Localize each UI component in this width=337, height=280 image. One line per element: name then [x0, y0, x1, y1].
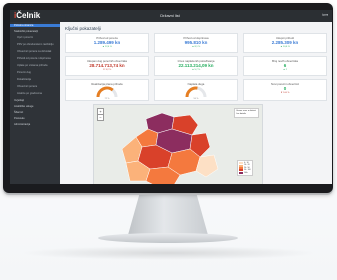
kpi-card[interactable]: Naplata duga 55 % — [154, 79, 238, 101]
gauge-value: 55 % — [193, 97, 199, 100]
sidebar-item[interactable]: Porezni dug — [10, 71, 60, 74]
sidebar-item[interactable]: Postavke — [10, 117, 60, 120]
sidebar-item[interactable]: Analitičke usluge — [10, 105, 60, 108]
sidebar-item[interactable]: Obveznici poreza na dohodak — [10, 50, 60, 53]
sidebar-item[interactable]: Fiskalizacija — [10, 78, 60, 81]
page-title: Ključni pokazatelji — [65, 26, 101, 31]
sidebar-item[interactable]: Izvještaji — [10, 99, 60, 102]
legend-label: 100+ — [244, 171, 249, 174]
user-menu[interactable]: tm▾ — [322, 12, 328, 19]
app-logo[interactable]: iČelnik — [14, 11, 40, 21]
window-title: Državni list — [160, 13, 180, 18]
kpi-card[interactable]: Novi porezni obveznici 0 ▼ 100 % — [243, 79, 327, 101]
monitor-base — [98, 233, 238, 243]
kpi-trend: ▲ 12,4 % — [102, 45, 112, 48]
choropleth-map[interactable]: + − Hover over a district for details 0 … — [93, 104, 263, 184]
sidebar: Početna stranica Statistički pokazatelji O… — [10, 22, 60, 184]
kpi-trend: ▲ 2 — [283, 68, 287, 71]
kpi-card[interactable]: Prihod od doprinosa 995.810 kn ▲ 8,1 % — [154, 33, 238, 53]
sidebar-item[interactable]: Početna stranica — [10, 24, 60, 28]
gauge-fill — [185, 86, 198, 97]
top-bar: iČelnik Državni list tm▾ — [10, 10, 332, 22]
sidebar-item[interactable]: Statistički pokazatelji — [10, 30, 60, 33]
sidebar-item[interactable]: Šifarnici — [10, 111, 60, 114]
kpi-label: Naplata duga — [187, 81, 205, 86]
kpi-trend: ▲ 5,7 % — [191, 68, 201, 71]
background: iČelnik Državni list tm▾ Početna stranic… — [0, 0, 337, 280]
kpi-card[interactable]: Ukupan dug poreznih obveznika 28.714.713,… — [65, 56, 149, 76]
kpi-card[interactable]: Prihod od poreza 1.289.499 kn ▲ 12,4 % — [65, 33, 149, 53]
kpi-label: Realizacija plana prihoda — [91, 81, 123, 86]
sidebar-item[interactable]: PDV po obračunskom razdoblju — [10, 43, 60, 46]
gauge — [185, 86, 207, 97]
kpi-trend: ▲ 8,1 % — [191, 45, 201, 48]
kpi-card[interactable]: Iznos naplaćenih potraživanja 22.113.214,… — [154, 56, 238, 76]
legend-swatch — [239, 171, 243, 174]
kpi-trend: ▲ 10,6 % — [280, 45, 290, 48]
monitor-stand — [128, 195, 208, 235]
legend-item: 100+ — [239, 172, 251, 174]
sidebar-item[interactable]: Prihodi od poreza i doprinosa — [10, 57, 60, 60]
sidebar-item[interactable]: Administracija — [10, 123, 60, 126]
kpi-trend: ▼ 3,2 % — [102, 68, 112, 71]
gauge-value: 72 % — [104, 97, 110, 100]
kpi-card[interactable]: Realizacija plana prihoda 72 % — [65, 79, 149, 101]
monitor-bezel: iČelnik Državni list tm▾ Početna stranic… — [3, 3, 333, 193]
screen: iČelnik Državni list tm▾ Početna stranic… — [10, 10, 332, 184]
sidebar-item[interactable]: Uplate po vrstama prihoda — [10, 64, 60, 67]
sidebar-item[interactable]: Obveznici poreza — [10, 85, 60, 88]
tooltip-line: for details — [236, 112, 247, 115]
gauge-fill — [96, 86, 114, 97]
logo-text: Čelnik — [16, 11, 41, 20]
map-tooltip: Hover over a district for details — [233, 108, 259, 118]
kpi-card[interactable]: Ukupni prihodi 2.285.309 kn ▲ 10,6 % — [243, 33, 327, 53]
map-legend: 0 - 10 10 - 20 20 - 50 50 - 100 100+ — [237, 160, 253, 177]
kpi-trend: ▼ 100 % — [280, 91, 290, 94]
gauge — [96, 86, 118, 97]
kpi-card[interactable]: Broj novih obveznika 6 ▲ 2 — [243, 56, 327, 76]
floor-shadow — [20, 246, 317, 260]
sidebar-item[interactable]: Analize po gradovima — [10, 92, 60, 95]
sidebar-item[interactable]: Opći i porezni — [10, 36, 60, 39]
main-content: Ključni pokazatelji Prihod od poreza 1.28… — [60, 22, 332, 184]
